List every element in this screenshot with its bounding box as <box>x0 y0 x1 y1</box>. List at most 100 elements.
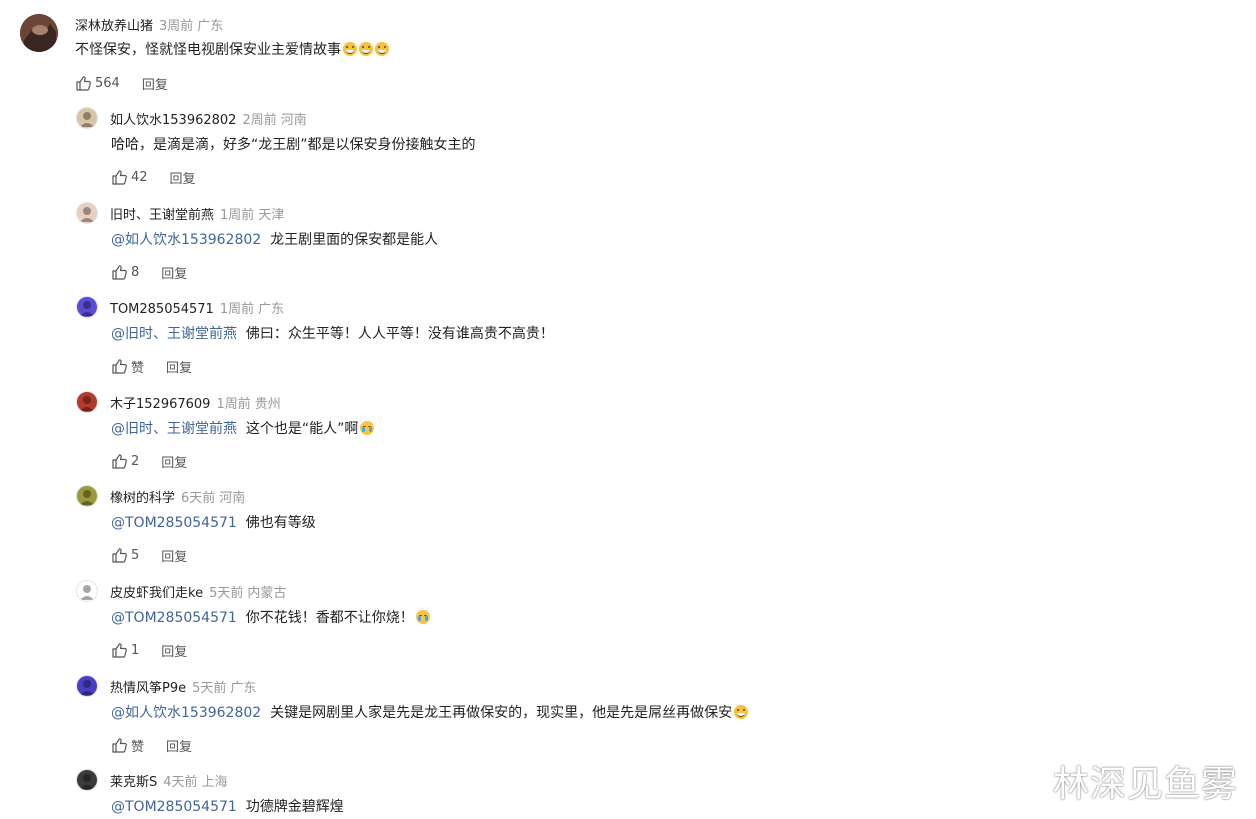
laugh-cry-emoji-icon <box>360 421 375 435</box>
comment-text: @如人饮水153962802 龙王剧里面的保安都是能人 <box>111 229 438 249</box>
like-count: 564 <box>95 76 120 91</box>
comment-location: 内蒙古 <box>247 586 287 601</box>
comment-text: @TOM285054571 佛也有等级 <box>111 512 316 532</box>
comment-text: @如人饮水153962802 关键是网剧里人家是先是龙王再做保安的，现实里，他是… <box>111 702 749 722</box>
mention-link[interactable]: @如人饮水153962802 <box>111 232 261 248</box>
watermark: 林深见鱼雾 <box>1052 764 1238 805</box>
username[interactable]: 皮皮虾我们走ke <box>110 586 203 601</box>
like-count: 赞 <box>131 361 145 376</box>
comment-body: 功德牌金碧辉煌 <box>245 799 344 815</box>
reply-button[interactable]: 回复 <box>142 74 168 93</box>
reply-button[interactable]: 回复 <box>166 736 192 755</box>
thumbs-up-icon <box>76 76 91 91</box>
comment-time: 4天前 <box>163 775 198 790</box>
like-button[interactable]: 赞 <box>111 736 144 755</box>
reply-button[interactable]: 回复 <box>166 357 192 376</box>
thumbs-up-icon <box>112 265 127 280</box>
comment-body: 你不花钱！香都不让你烧！ <box>245 610 414 626</box>
username[interactable]: 莱克斯S <box>110 775 157 790</box>
avatar[interactable] <box>76 580 98 602</box>
avatar[interactable] <box>76 391 98 413</box>
like-button[interactable]: 8 <box>111 264 139 281</box>
comment-location: 河南 <box>280 113 307 128</box>
like-button[interactable]: 赞 <box>111 357 144 376</box>
comment-location: 广东 <box>258 302 285 317</box>
comment-body: 佛也有等级 <box>245 515 316 531</box>
avatar[interactable] <box>20 14 58 52</box>
comment-time: 5天前 <box>209 586 244 601</box>
comment-body: 不怪保安，怪就怪电视剧保安业主爱情故事 <box>75 42 341 58</box>
comment-location: 上海 <box>201 775 228 790</box>
comment-location: 河南 <box>219 491 246 506</box>
comment-body: 这个也是“能人”啊 <box>245 421 359 437</box>
grin-emoji-icon <box>343 42 357 56</box>
laugh-cry-emoji-icon <box>415 610 430 624</box>
like-count: 5 <box>131 548 140 563</box>
like-count: 1 <box>131 643 140 658</box>
avatar[interactable] <box>76 769 98 791</box>
like-button[interactable]: 2 <box>111 453 139 470</box>
reply-button[interactable]: 回复 <box>161 641 187 660</box>
username[interactable]: 木子152967609 <box>110 397 210 412</box>
comment-text: @TOM285054571 你不花钱！香都不让你烧！ <box>111 607 430 627</box>
grin-emoji-icon <box>734 705 749 719</box>
reply-button[interactable]: 回复 <box>170 168 196 187</box>
like-button[interactable]: 1 <box>111 642 139 659</box>
comment-text: @旧时、王谢堂前燕 这个也是“能人”啊 <box>111 418 375 438</box>
username[interactable]: 旧时、王谢堂前燕 <box>110 208 214 223</box>
comment-body: 龙王剧里面的保安都是能人 <box>270 232 439 248</box>
comment-time: 2周前 <box>242 113 277 128</box>
username[interactable]: 橡树的科学 <box>110 491 175 506</box>
thumbs-up-icon <box>112 170 127 185</box>
mention-link[interactable]: @TOM285054571 <box>111 799 237 815</box>
mention-link[interactable]: @旧时、王谢堂前燕 <box>111 326 237 342</box>
comment-text: @旧时、王谢堂前燕 佛曰：众生平等！人人平等！没有谁高贵不高贵！ <box>111 323 554 343</box>
comment-body: 关键是网剧里人家是先是龙王再做保安的，现实里，他是先是屌丝再做保安 <box>270 705 733 721</box>
avatar[interactable] <box>76 202 98 224</box>
like-count: 2 <box>131 454 140 469</box>
like-count: 8 <box>131 265 140 280</box>
thumbs-up-icon <box>112 454 127 469</box>
comment-text: 不怪保安，怪就怪电视剧保安业主爱情故事 <box>75 39 389 59</box>
comment-time: 1周前 <box>216 397 251 412</box>
mention-link[interactable]: @TOM285054571 <box>111 515 237 531</box>
like-button[interactable]: 5 <box>111 547 139 564</box>
comment-body: 哈哈，是滴是滴，好多“龙王剧”都是以保安身份接触女主的 <box>111 137 476 153</box>
comment-text: @TOM285054571 功德牌金碧辉煌 <box>111 796 344 816</box>
comment-time: 1周前 <box>220 208 255 223</box>
avatar[interactable] <box>76 485 98 507</box>
avatar[interactable] <box>76 675 98 697</box>
thumbs-up-icon <box>112 548 127 563</box>
like-button[interactable]: 564 <box>75 75 120 92</box>
like-button[interactable]: 42 <box>111 169 148 186</box>
mention-link[interactable]: @TOM285054571 <box>111 610 237 626</box>
like-count: 赞 <box>131 740 145 755</box>
comment-body: 佛曰：众生平等！人人平等！没有谁高贵不高贵！ <box>245 326 554 342</box>
comment-time: 6天前 <box>181 491 216 506</box>
like-count: 42 <box>131 170 148 185</box>
comment-time: 5天前 <box>192 681 227 696</box>
comment-time: 1周前 <box>219 302 255 317</box>
username[interactable]: 热情风筝P9e <box>110 681 186 696</box>
comment-location: 贵州 <box>254 397 281 412</box>
mention-link[interactable]: @旧时、王谢堂前燕 <box>111 421 237 437</box>
comment-time: 3周前 <box>159 19 194 34</box>
thumbs-up-icon <box>112 359 127 374</box>
thumbs-up-icon <box>112 738 127 753</box>
thumbs-up-icon <box>112 643 127 658</box>
reply-button[interactable]: 回复 <box>161 452 187 471</box>
username[interactable]: TOM285054571 <box>110 302 214 317</box>
username[interactable]: 深林放养山猪 <box>75 19 153 34</box>
reply-button[interactable]: 回复 <box>161 546 187 565</box>
comment-text: 哈哈，是滴是滴，好多“龙王剧”都是以保安身份接触女主的 <box>111 134 476 154</box>
comment-location: 广东 <box>197 19 224 34</box>
comment-location: 广东 <box>230 681 257 696</box>
avatar[interactable] <box>76 296 98 318</box>
grin-emoji-icon <box>359 42 373 56</box>
comment-location: 天津 <box>258 208 285 223</box>
grin-emoji-icon <box>375 42 389 56</box>
reply-button[interactable]: 回复 <box>161 263 187 282</box>
avatar[interactable] <box>76 107 98 129</box>
username[interactable]: 如人饮水153962802 <box>110 113 236 128</box>
mention-link[interactable]: @如人饮水153962802 <box>111 705 261 721</box>
